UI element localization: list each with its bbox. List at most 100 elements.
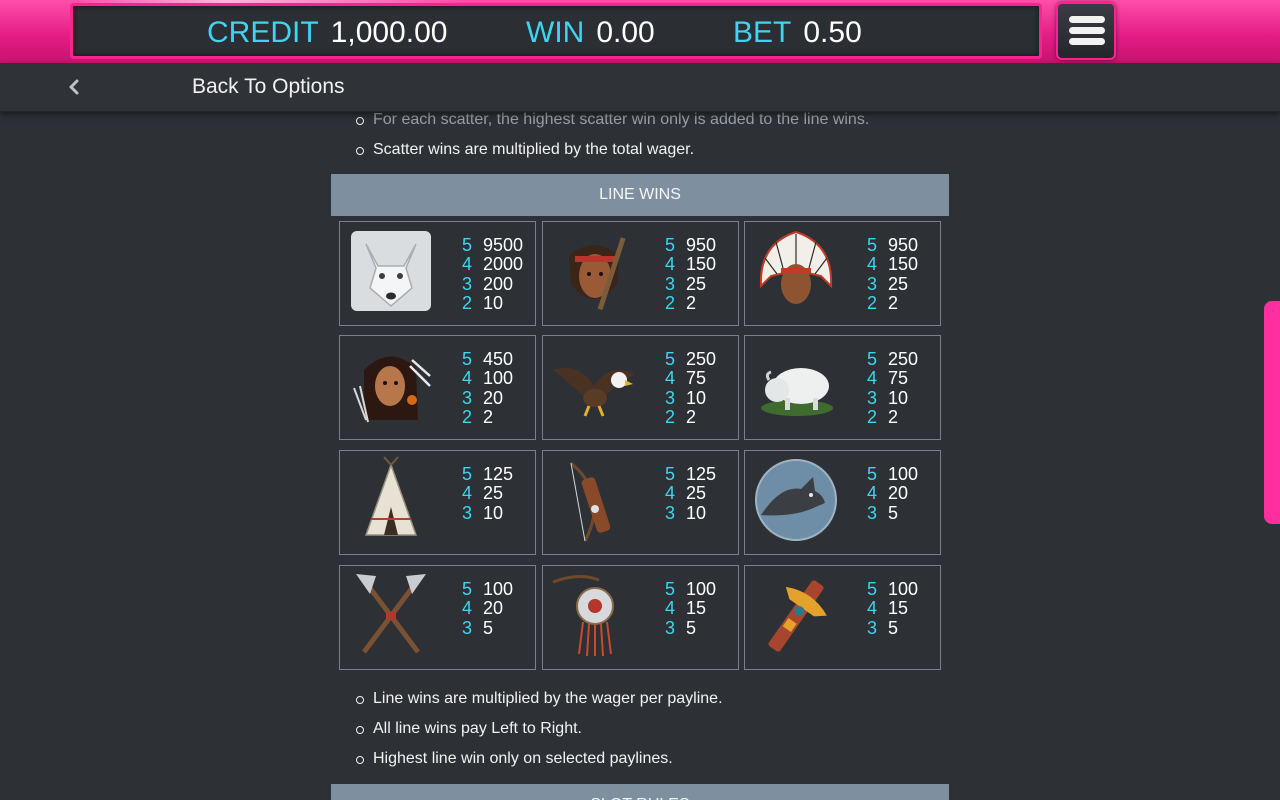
payout-row: 35 xyxy=(665,617,697,638)
payout-row: 4 20 xyxy=(867,483,909,504)
payout-row: 4 15 xyxy=(867,598,909,619)
payout-row: 4 75 xyxy=(867,368,909,389)
payout-row: 5 125 xyxy=(665,464,717,484)
symbol-cell: 5 100 4 20 35 xyxy=(744,450,941,555)
win-meter: WIN 0.00 xyxy=(526,17,655,49)
warrior-icon xyxy=(569,237,626,311)
totem-icon xyxy=(768,580,827,652)
slot-rules-header: SLOT RULES xyxy=(331,784,949,800)
payout-list: 5 450 4 100 3 20 22 xyxy=(462,349,514,427)
symbol-cell: 5 250 4 75 3 10 22 xyxy=(542,335,739,440)
chevron-left-icon[interactable] xyxy=(64,77,84,97)
payout-row: 3 10 xyxy=(665,387,707,408)
payout-row: 3 20 xyxy=(462,387,504,408)
bet-label: BET xyxy=(733,16,792,49)
chief-icon xyxy=(759,230,833,304)
credit-meter: CREDIT 1,000.00 xyxy=(207,17,447,49)
wolf-moon-icon xyxy=(755,459,837,541)
payout-row: 22 xyxy=(665,406,697,427)
symbol-cell: 5 125 4 25 3 10 xyxy=(339,450,536,555)
payout-row: 3 10 xyxy=(867,387,909,408)
payout-row: 5 100 xyxy=(867,579,919,599)
payout-list: 5 100 4 15 35 xyxy=(665,579,717,638)
payout-row: 3 200 xyxy=(462,273,514,294)
scatter-rules-list: For each scatter, the highest scatter wi… xyxy=(331,112,949,170)
menu-button[interactable] xyxy=(1056,2,1116,60)
payout-list: 5 125 4 25 3 10 xyxy=(462,464,514,523)
rule-item: For each scatter, the highest scatter wi… xyxy=(331,112,949,140)
bet-value: 0.50 xyxy=(803,16,862,49)
rule-item: Line wins are multiplied by the wager pe… xyxy=(331,689,949,719)
rule-item: Highest line win only on selected paylin… xyxy=(331,749,949,779)
payout-row: 4 25 xyxy=(665,483,707,504)
symbol-cell: 5 125 4 25 3 10 xyxy=(542,450,739,555)
symbol-cell: 5 250 4 75 3 10 22 xyxy=(744,335,941,440)
paytable-content: For each scatter, the highest scatter wi… xyxy=(331,112,949,800)
rule-item: Scatter wins are multiplied by the total… xyxy=(331,140,949,170)
win-label: WIN xyxy=(526,16,585,49)
payout-row: 4 25 xyxy=(462,483,504,504)
payout-row: 5 100 xyxy=(867,464,919,484)
payout-list: 5 100 4 20 35 xyxy=(867,464,919,523)
payout-row: 4 75 xyxy=(665,368,707,389)
rule-item: All line wins pay Left to Right. xyxy=(331,719,949,749)
top-bar: CREDIT 1,000.00 WIN 0.00 BET 0.50 xyxy=(0,0,1280,63)
payout-row: 22 xyxy=(867,292,899,313)
payout-row: 5 250 xyxy=(665,349,717,369)
payout-row: 4 2000 xyxy=(462,254,524,275)
payout-list: 5 950 4 150 3 25 22 xyxy=(867,235,919,313)
payout-list: 5 950 4 150 3 25 22 xyxy=(665,235,717,313)
bow-quiver-icon xyxy=(570,461,611,542)
dreamcatcher-icon xyxy=(552,575,614,657)
payout-row: 5 125 xyxy=(462,464,514,484)
bet-meter: BET 0.50 xyxy=(733,17,862,49)
payout-row: 2 10 xyxy=(462,292,504,313)
payout-row: 3 10 xyxy=(462,502,504,523)
payout-list: 5 100 4 20 35 xyxy=(462,579,514,638)
back-to-options-link[interactable]: Back To Options xyxy=(192,75,345,99)
payout-list: 5 9500 4 2000 3 200 2 10 xyxy=(462,235,524,313)
payout-list: 5 125 4 25 3 10 xyxy=(665,464,717,523)
payout-row: 35 xyxy=(867,617,899,638)
payout-row: 22 xyxy=(867,406,899,427)
woman-icon xyxy=(353,356,431,423)
payout-row: 5 950 xyxy=(665,235,717,255)
payout-row: 5 9500 xyxy=(462,235,524,255)
win-value: 0.00 xyxy=(596,16,655,49)
payout-row: 4 20 xyxy=(462,598,504,619)
payout-row: 4 150 xyxy=(665,254,717,275)
symbol-cell: 5 100 4 20 35 xyxy=(339,565,536,670)
line-rules-list: Line wins are multiplied by the wager pe… xyxy=(331,689,949,779)
symbol-cell: 5 950 4 150 3 25 22 xyxy=(542,221,739,326)
payout-row: 35 xyxy=(867,502,899,523)
symbol-cell: 5 100 4 15 35 xyxy=(542,565,739,670)
line-wins-header: LINE WINS xyxy=(331,174,949,216)
white-wolf-icon xyxy=(351,231,431,311)
payout-row: 5 100 xyxy=(665,579,717,599)
symbol-cell: 5 100 4 15 35 xyxy=(744,565,941,670)
payout-row: 5 950 xyxy=(867,235,919,255)
crossed-tomahawks-icon xyxy=(356,574,426,654)
scrollbar-thumb[interactable] xyxy=(1264,301,1280,524)
symbol-cell: 5 450 4 100 3 20 22 xyxy=(339,335,536,440)
teepee-icon xyxy=(364,456,418,536)
payout-row: 35 xyxy=(462,617,494,638)
payout-row: 4 15 xyxy=(665,598,707,619)
payout-list: 5 100 4 15 35 xyxy=(867,579,919,638)
payout-row: 3 25 xyxy=(665,273,707,294)
eagle-icon xyxy=(553,368,635,417)
credit-label: CREDIT xyxy=(207,16,319,49)
payout-row: 22 xyxy=(665,292,697,313)
credit-value: 1,000.00 xyxy=(330,16,448,49)
payout-row: 5 250 xyxy=(867,349,919,369)
symbol-cell: 5 950 4 150 3 25 22 xyxy=(744,221,941,326)
payout-row: 5 100 xyxy=(462,579,514,599)
back-bar: Back To Options xyxy=(0,63,1280,112)
payout-row: 4 150 xyxy=(867,254,919,275)
payout-list: 5 250 4 75 3 10 22 xyxy=(867,349,919,427)
payout-row: 3 25 xyxy=(867,273,909,294)
payout-row: 5 450 xyxy=(462,349,514,369)
meter-panel: CREDIT 1,000.00 WIN 0.00 BET 0.50 xyxy=(70,3,1042,59)
payout-row: 4 100 xyxy=(462,368,514,389)
payout-list: 5 250 4 75 3 10 22 xyxy=(665,349,717,427)
